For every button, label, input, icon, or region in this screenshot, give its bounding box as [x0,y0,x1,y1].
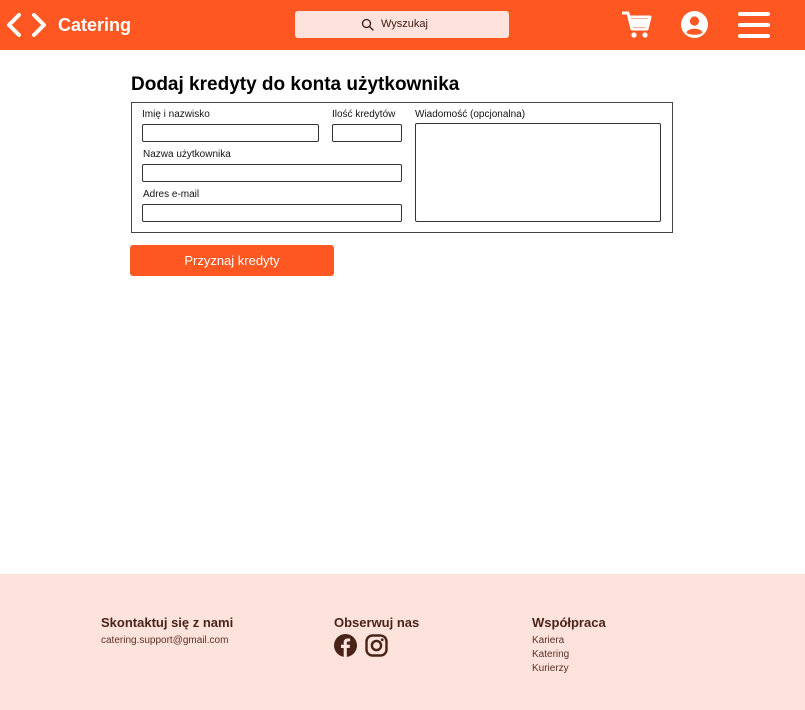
credits-field[interactable] [332,124,402,142]
search-bar[interactable]: Wyszukaj [295,11,509,38]
grant-credits-button[interactable]: Przyznaj kredyty [130,245,334,276]
search-icon [361,18,374,31]
name-field[interactable] [142,124,319,142]
footer-link-catering[interactable]: Katering [532,649,569,661]
contact-email[interactable]: catering.support@gmail.com [101,635,228,647]
menu-icon[interactable] [738,11,770,39]
footer-link-couriers[interactable]: Kurierzy [532,663,569,675]
footer-link-career[interactable]: Kariera [532,635,564,647]
follow-heading: Obserwuj nas [334,615,420,630]
email-label: Adres e-mail [143,189,200,200]
forward-arrow-icon[interactable] [29,12,49,38]
contact-heading: Skontaktuj się z nami [101,615,234,630]
email-field[interactable] [142,204,402,222]
name-label: Imię i nazwisko [142,109,210,120]
cart-icon[interactable] [622,10,652,39]
top-navbar: Catering Wyszukaj [0,0,805,50]
cooperation-heading: Współpraca [532,615,606,630]
instagram-icon[interactable] [365,634,388,657]
username-label: Nazwa użytkownika [143,149,231,160]
search-placeholder: Wyszukaj [381,18,428,30]
brand-logo-text[interactable]: Catering [58,14,131,36]
add-credits-form: Imię i nazwisko Ilość kredytów Nazwa uży… [131,102,673,233]
message-textarea[interactable] [415,123,661,222]
page-title: Dodaj kredyty do konta użytkownika [131,74,460,95]
username-field[interactable] [142,164,402,182]
message-label: Wiadomość (opcjonalna) [415,109,526,120]
user-icon[interactable] [681,11,708,38]
facebook-icon[interactable] [334,634,357,657]
footer: Skontaktuj się z nami catering.support@g… [0,574,805,710]
back-arrow-icon[interactable] [4,12,24,38]
credits-label: Ilość kredytów [332,109,396,120]
